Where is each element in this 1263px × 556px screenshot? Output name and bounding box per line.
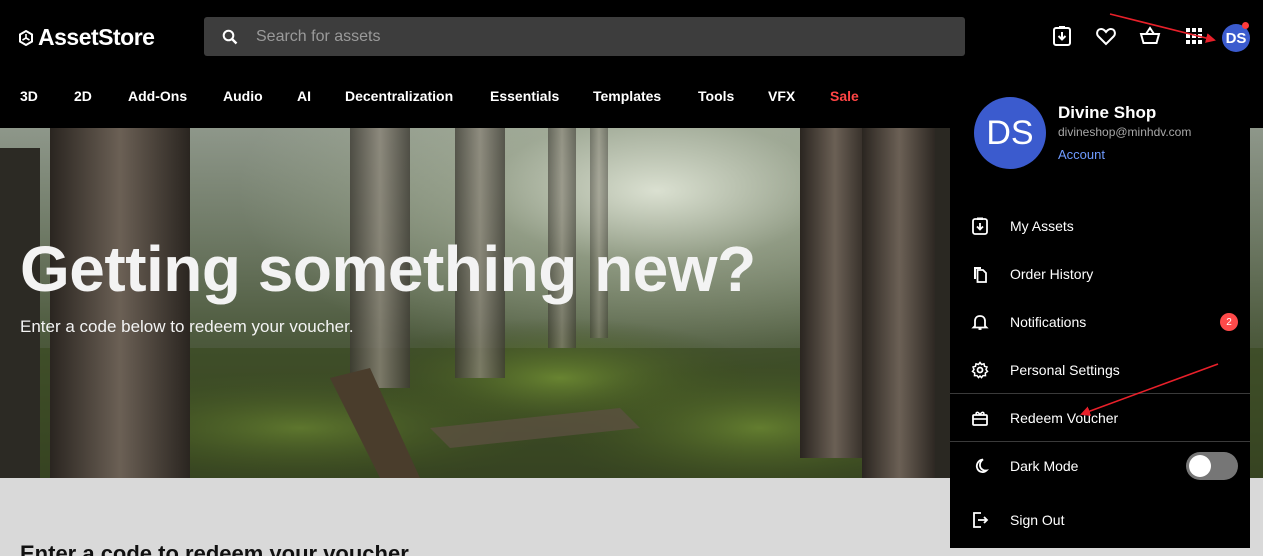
unity-logo-icon xyxy=(19,29,33,46)
hero-title: Getting something new? xyxy=(20,233,756,305)
asset-store-logo[interactable]: AssetStore xyxy=(18,24,155,51)
my-assets-download-icon[interactable] xyxy=(1050,24,1074,48)
nav-item-audio[interactable]: Audio xyxy=(223,88,263,104)
menu-item-sign-out[interactable]: Sign Out xyxy=(950,496,1250,544)
logo-text: AssetStore xyxy=(38,24,155,50)
menu-label-personal-settings: Personal Settings xyxy=(1010,362,1120,378)
nav-item-essentials[interactable]: Essentials xyxy=(490,88,559,104)
search-icon[interactable] xyxy=(204,29,256,45)
account-dropdown-menu: DS Divine Shop divineshop@minhdv.com Acc… xyxy=(950,80,1250,548)
nav-item-vfx[interactable]: VFX xyxy=(768,88,795,104)
menu-label-sign-out: Sign Out xyxy=(1010,512,1065,528)
nav-item-2d[interactable]: 2D xyxy=(74,88,92,104)
nav-item-templates[interactable]: Templates xyxy=(593,88,661,104)
menu-label-order-history: Order History xyxy=(1010,266,1094,282)
search-input[interactable] xyxy=(256,27,965,46)
user-email: divineshop@minhdv.com xyxy=(1058,125,1192,139)
menu-item-notifications[interactable]: Notifications 2 xyxy=(950,298,1250,346)
nav-item-sale[interactable]: Sale xyxy=(830,88,859,104)
user-avatar-large: DS xyxy=(974,97,1046,169)
notification-dot xyxy=(1242,22,1249,29)
menu-item-personal-settings[interactable]: Personal Settings xyxy=(950,346,1250,394)
nav-item-tools[interactable]: Tools xyxy=(698,88,734,104)
wishlist-heart-icon[interactable] xyxy=(1094,24,1118,48)
account-link[interactable]: Account xyxy=(1058,147,1105,162)
search-bar[interactable] xyxy=(204,17,965,56)
gift-voucher-icon xyxy=(970,408,990,428)
menu-label-notifications: Notifications xyxy=(1010,314,1087,330)
gear-icon xyxy=(970,360,990,380)
cart-basket-icon[interactable] xyxy=(1138,24,1162,48)
moon-icon xyxy=(970,456,990,476)
nav-item-decentralization[interactable]: Decentralization xyxy=(345,88,453,104)
dark-mode-toggle[interactable] xyxy=(1186,452,1238,480)
menu-label-my-assets: My Assets xyxy=(1010,218,1074,234)
bell-icon xyxy=(970,312,990,332)
menu-label-dark-mode: Dark Mode xyxy=(1010,458,1079,474)
menu-item-order-history[interactable]: Order History xyxy=(950,250,1250,298)
copy-pages-icon xyxy=(970,264,990,284)
user-name: Divine Shop xyxy=(1058,103,1157,122)
sign-out-icon xyxy=(970,510,990,530)
nav-item-ai[interactable]: AI xyxy=(297,88,311,104)
hero-subtitle: Enter a code below to redeem your vouche… xyxy=(20,317,354,336)
nav-item-add-ons[interactable]: Add-Ons xyxy=(128,88,187,104)
download-box-icon xyxy=(970,216,990,236)
nav-item-3d[interactable]: 3D xyxy=(20,88,38,104)
menu-item-my-assets[interactable]: My Assets xyxy=(950,202,1250,250)
voucher-section-title: Enter a code to redeem your voucher xyxy=(20,541,409,556)
menu-item-dark-mode[interactable]: Dark Mode xyxy=(950,442,1250,490)
menu-label-redeem-voucher: Redeem Voucher xyxy=(1010,410,1119,426)
apps-grid-icon[interactable] xyxy=(1182,24,1206,48)
notifications-count-badge: 2 xyxy=(1220,313,1238,331)
menu-item-redeem-voucher[interactable]: Redeem Voucher xyxy=(950,394,1250,442)
toggle-knob xyxy=(1189,455,1211,477)
